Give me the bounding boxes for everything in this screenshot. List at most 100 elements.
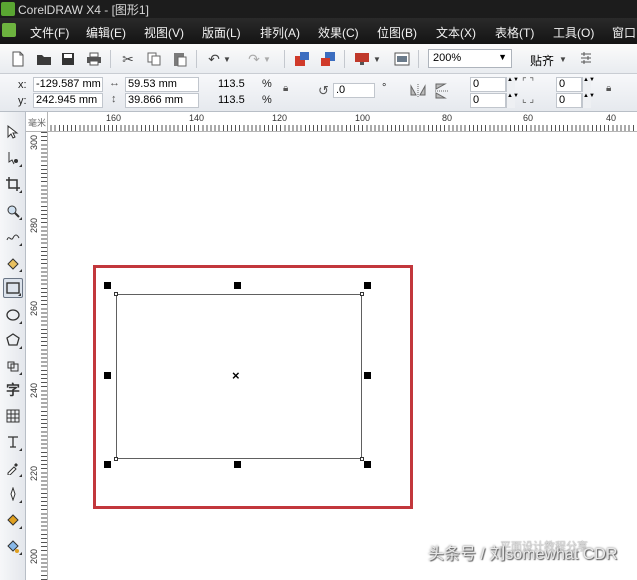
fill-tool-icon[interactable] [3, 510, 23, 530]
zoom-tool-icon[interactable] [3, 201, 23, 221]
crop-tool-icon[interactable] [3, 174, 23, 194]
rectangle-node[interactable] [114, 292, 118, 296]
toolbar-separator [344, 50, 345, 68]
horizontal-ruler[interactable]: 160 140 120 100 80 60 40 [26, 112, 637, 132]
flyout-arrow-icon [19, 346, 22, 349]
undo-icon[interactable]: ↶ [204, 49, 224, 69]
toolbox: 字 [0, 112, 26, 580]
menu-tools[interactable]: 工具(O) [553, 24, 594, 41]
outline-tool-icon[interactable] [3, 484, 23, 504]
open-icon[interactable] [34, 49, 54, 69]
pick-tool-icon[interactable] [3, 122, 23, 142]
corner-radius-top-right-field[interactable]: 0 [556, 77, 582, 92]
corner-radius-top-left-field[interactable]: 0 [470, 77, 506, 92]
rectangle-node[interactable] [360, 292, 364, 296]
application-launcher-icon[interactable] [352, 49, 372, 69]
table-tool-icon[interactable] [3, 406, 23, 426]
x-position-field[interactable]: -129.587 mm [33, 77, 103, 92]
copy-icon[interactable] [144, 49, 164, 69]
standard-toolbar: ✂ ↶ ▼ ↷ ▼ ▼ 200% ▼ 贴齐 ▼ [0, 44, 637, 74]
menu-bitmaps[interactable]: 位图(B) [377, 24, 417, 41]
options-icon[interactable] [576, 49, 596, 69]
watermark-text: 头条号 / 刘somewhat CDR [428, 546, 618, 563]
scale-x-percent: % [262, 78, 272, 90]
import-icon[interactable] [292, 49, 312, 69]
menu-window[interactable]: 窗口 [612, 24, 636, 41]
redo-icon[interactable]: ↷ [244, 49, 264, 69]
welcome-screen-icon[interactable] [392, 49, 412, 69]
selection-handle-right[interactable] [364, 372, 371, 379]
height-field[interactable]: 39.866 mm [125, 93, 199, 108]
center-x-icon[interactable]: × [232, 368, 240, 383]
corner-lock-icon[interactable]: 🔒︎ [606, 83, 611, 94]
corner-bracket-bottom-icon: ⌞ ⌟ [522, 94, 535, 105]
ruler-origin-corner[interactable]: 毫米 [26, 112, 48, 132]
smart-fill-tool-icon[interactable] [3, 253, 23, 273]
paste-icon[interactable] [170, 49, 190, 69]
save-icon[interactable] [58, 49, 78, 69]
cut-icon[interactable]: ✂ [118, 49, 138, 69]
selection-handle-top-right[interactable] [364, 282, 371, 289]
undo-dropdown-chevron-icon[interactable]: ▼ [222, 49, 232, 69]
menu-effects[interactable]: 效果(C) [318, 24, 359, 41]
selection-handle-top[interactable] [234, 282, 241, 289]
width-field[interactable]: 59.53 mm [125, 77, 199, 92]
launcher-dropdown-chevron-icon[interactable]: ▼ [372, 49, 382, 69]
selection-handle-top-left[interactable] [104, 282, 111, 289]
toolbar-separator [418, 50, 419, 68]
corner-radius-bottom-left-field[interactable]: 0 [470, 93, 506, 108]
h-ruler-label: 120 [272, 113, 288, 123]
mirror-horizontal-icon[interactable] [410, 83, 426, 100]
rectangle-tool-icon[interactable] [3, 278, 23, 298]
corner-top-left-spinner[interactable]: ▲▼ [506, 77, 519, 92]
text-tool-icon[interactable]: 字 [3, 380, 23, 400]
menu-edit[interactable]: 编辑(E) [86, 24, 126, 41]
scale-y-field[interactable]: 113.5 [215, 93, 257, 108]
basic-shapes-tool-icon[interactable] [3, 356, 23, 376]
zoom-level-select[interactable]: 200% ▼ [428, 49, 512, 68]
corner-bottom-right-spinner[interactable]: ▲▼ [582, 93, 595, 108]
menu-view[interactable]: 视图(V) [144, 24, 184, 41]
menu-arrange[interactable]: 排列(A) [260, 24, 300, 41]
mirror-vertical-icon[interactable] [434, 83, 448, 102]
h-ruler-label: 80 [442, 113, 453, 123]
shape-tool-icon[interactable] [3, 148, 23, 168]
menu-file[interactable]: 文件(F) [30, 24, 69, 41]
v-ruler-label: 200 [29, 548, 39, 564]
freehand-tool-icon[interactable] [3, 227, 23, 247]
selection-handle-left[interactable] [104, 372, 111, 379]
interactive-fill-tool-icon[interactable] [3, 536, 23, 556]
drawing-canvas[interactable]: × [48, 132, 637, 580]
vertical-ruler[interactable]: 300 280 260 240 220 200 [26, 132, 48, 580]
y-position-field[interactable]: 242.945 mm [33, 93, 103, 108]
x-position-label: x: [18, 79, 27, 91]
corner-bracket-top-icon: ⌜ ⌝ [522, 77, 535, 88]
menu-text[interactable]: 文本(X) [436, 24, 476, 41]
print-icon[interactable] [84, 49, 104, 69]
flyout-arrow-icon [19, 526, 22, 529]
polygon-tool-icon[interactable] [3, 330, 23, 350]
new-icon[interactable] [8, 49, 28, 69]
menu-layout[interactable]: 版面(L) [202, 24, 241, 41]
menu-table[interactable]: 表格(T) [495, 24, 534, 41]
corner-radius-bottom-right-field[interactable]: 0 [556, 93, 582, 108]
snap-dropdown-chevron-icon[interactable]: ▼ [558, 49, 568, 69]
snap-to-label[interactable]: 贴齐 [530, 52, 554, 69]
export-icon[interactable] [318, 49, 338, 69]
dimension-tool-icon[interactable] [3, 432, 23, 452]
document-icon[interactable] [2, 23, 16, 37]
eyedropper-tool-icon[interactable] [3, 458, 23, 478]
lock-ratio-icon[interactable]: 🔒︎ [283, 83, 288, 94]
rotation-angle-field[interactable]: .0 [333, 83, 375, 98]
corner-bottom-left-spinner[interactable]: ▲▼ [506, 93, 519, 108]
corner-top-right-spinner[interactable]: ▲▼ [582, 77, 595, 92]
selection-handle-bottom-left[interactable] [104, 461, 111, 468]
selection-handle-bottom[interactable] [234, 461, 241, 468]
scale-x-field[interactable]: 113.5 [215, 77, 257, 92]
selection-handle-bottom-right[interactable] [364, 461, 371, 468]
rectangle-node[interactable] [114, 457, 118, 461]
height-icon: ↕ [111, 93, 117, 105]
redo-dropdown-chevron-icon[interactable]: ▼ [262, 49, 272, 69]
coreldraw-app-icon [1, 2, 15, 16]
ellipse-tool-icon[interactable] [3, 305, 23, 325]
